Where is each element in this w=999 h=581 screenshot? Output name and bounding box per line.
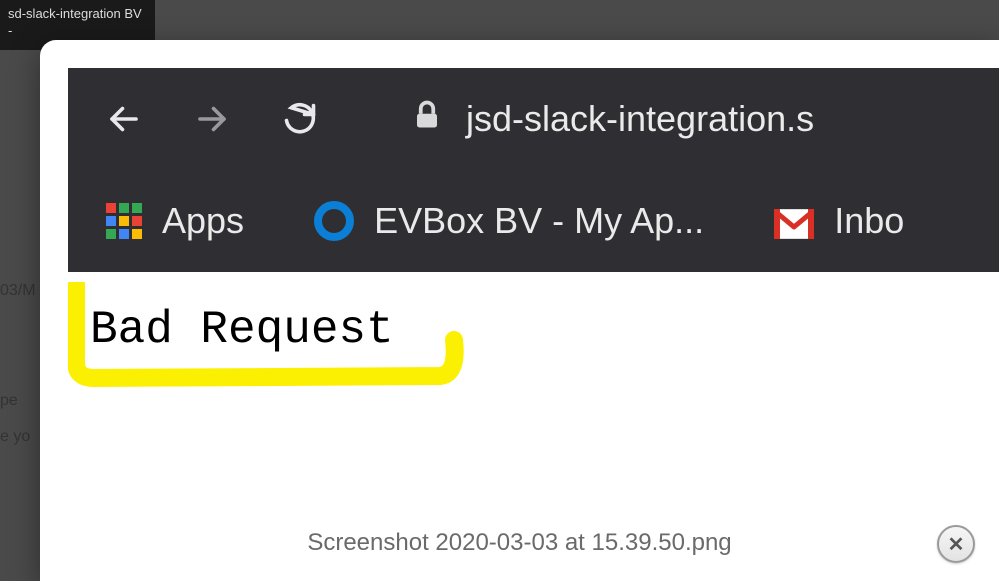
url-text: jsd-slack-integration.s: [466, 98, 814, 140]
background-text-fragment: pe: [0, 392, 18, 410]
bookmark-inbox-label: Inbo: [834, 200, 904, 242]
address-bar[interactable]: jsd-slack-integration.s: [412, 97, 814, 142]
gmail-icon: [774, 206, 814, 236]
thumbnail-label: sd-slack-integration BV -: [8, 6, 142, 38]
forward-button[interactable]: [194, 101, 230, 137]
reload-button[interactable]: [282, 101, 318, 137]
lightbox-modal: jsd-slack-integration.s Apps EVBox BV - …: [40, 40, 999, 581]
background-text-fragment: 03/M: [0, 282, 36, 300]
nav-toolbar: jsd-slack-integration.s: [68, 68, 999, 170]
bookmark-apps-label: Apps: [162, 200, 244, 242]
background-text-fragment: e yo: [0, 428, 30, 446]
bookmarks-bar: Apps EVBox BV - My Ap... Inbo: [68, 170, 999, 272]
bookmark-evbox-label: EVBox BV - My Ap...: [374, 200, 704, 242]
back-button[interactable]: [106, 101, 142, 137]
lock-icon: [412, 97, 442, 142]
bookmark-apps[interactable]: Apps: [106, 200, 244, 242]
screenshot-container: jsd-slack-integration.s Apps EVBox BV - …: [68, 68, 999, 518]
close-icon: ✕: [948, 532, 965, 557]
page-content: Bad Request: [68, 272, 999, 518]
bookmark-inbox[interactable]: Inbo: [774, 200, 904, 242]
error-text: Bad Request: [90, 304, 394, 356]
close-button[interactable]: ✕: [937, 525, 975, 563]
apps-grid-icon: [106, 203, 142, 239]
circle-icon: [314, 201, 354, 241]
lightbox-caption: Screenshot 2020-03-03 at 15.39.50.png: [40, 529, 999, 557]
bookmark-evbox[interactable]: EVBox BV - My Ap...: [314, 200, 704, 242]
browser-chrome: jsd-slack-integration.s Apps EVBox BV - …: [68, 68, 999, 272]
